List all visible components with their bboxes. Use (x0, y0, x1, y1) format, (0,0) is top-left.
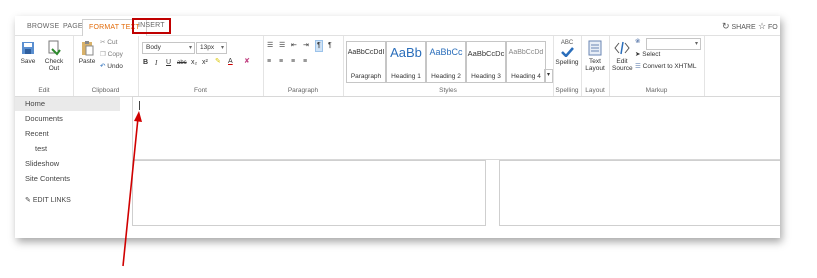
annotation-arrow (122, 111, 142, 267)
